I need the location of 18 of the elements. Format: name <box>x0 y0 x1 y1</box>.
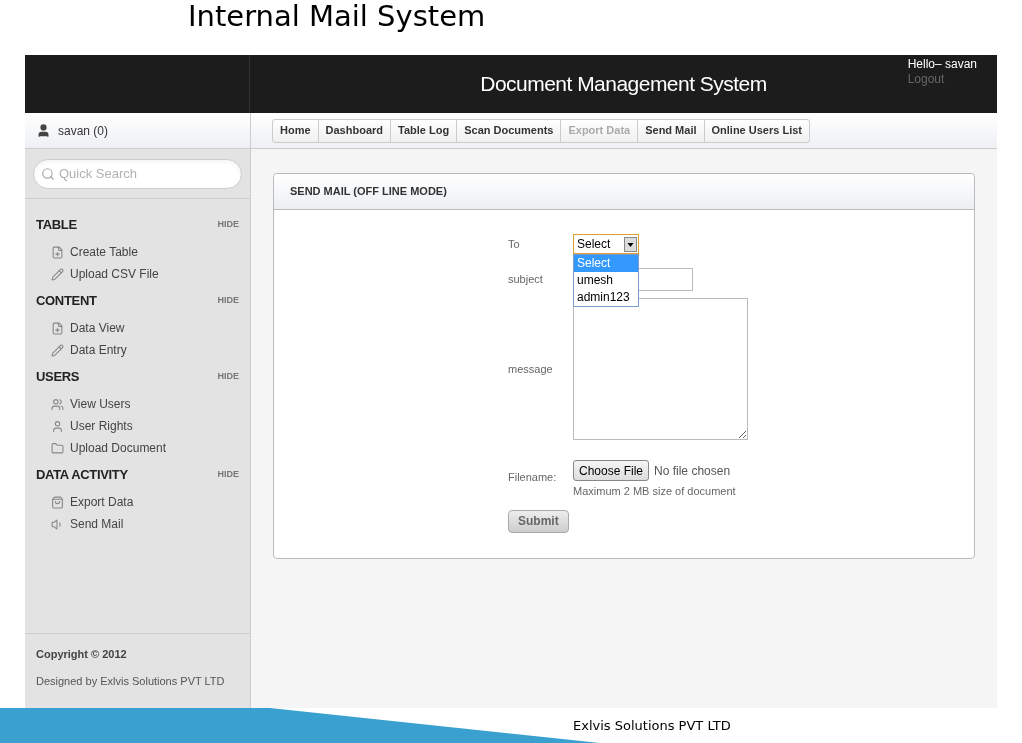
slide-title: Internal Mail System <box>188 0 486 32</box>
field-label: message <box>508 361 554 377</box>
panel-title: SEND MAIL (OFF LINE MODE) <box>290 184 447 200</box>
section-heading: CONTENT <box>36 292 97 311</box>
greeting-text: Hello– savan <box>907 57 977 72</box>
file-hint: Maximum 2 MB size of document <box>573 484 736 499</box>
section-heading: USERS <box>36 368 80 387</box>
user-name: savan (0) <box>58 122 109 140</box>
copyright-text: Copyright © 2012 <box>36 647 128 662</box>
app-title: Document Management System <box>480 71 767 98</box>
section-heading: DATA ACTIVITY <box>36 466 128 485</box>
designer-credit: Designed by Exlvis Solutions PVT LTD <box>36 673 226 689</box>
field-label: To <box>508 237 521 252</box>
field-label: subject <box>508 271 544 287</box>
file-status: No file chosen <box>654 462 731 480</box>
slide-footer-text: Exlvis Solutions PVT LTD <box>573 716 731 735</box>
section-heading: TABLE <box>36 216 77 235</box>
field-label: Filename: <box>508 470 558 485</box>
